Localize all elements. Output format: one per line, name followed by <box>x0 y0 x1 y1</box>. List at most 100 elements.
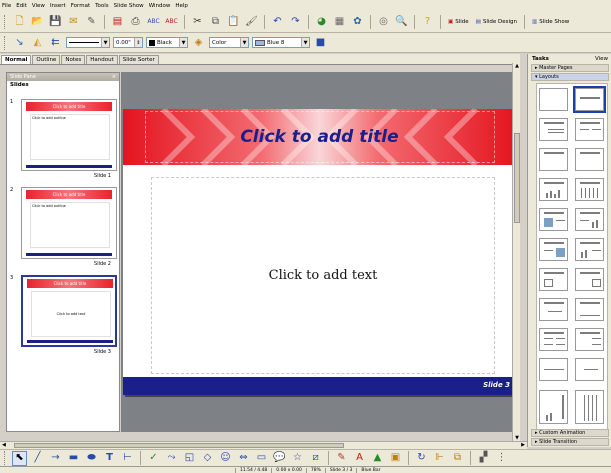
text-tool-icon[interactable]: T <box>102 451 117 466</box>
slide-button[interactable]: ▣ Slide <box>446 19 471 25</box>
undo-icon[interactable]: ↶ <box>270 14 285 29</box>
stars-icon[interactable]: ☆ <box>290 451 305 466</box>
fontwork-icon[interactable]: A <box>352 451 367 466</box>
toolbar-options-icon[interactable]: ⋮ <box>494 451 509 466</box>
export-pdf-icon[interactable]: ▤ <box>110 14 125 29</box>
tab-slide-sorter[interactable]: Slide Sorter <box>118 55 159 64</box>
chart-icon[interactable]: ◕ <box>314 14 329 29</box>
arrange-icon[interactable]: ⧉ <box>450 451 465 466</box>
table-icon[interactable]: ▦ <box>332 14 347 29</box>
master-pages-section[interactable]: ▸ Master Pages <box>531 64 609 72</box>
line-width-input[interactable]: 0.00" ⇕ <box>113 37 143 48</box>
ellipse-icon[interactable]: ⬬ <box>84 451 99 466</box>
menu-slide-show[interactable]: Slide Show <box>114 3 144 9</box>
scrollbar-thumb[interactable] <box>514 133 520 223</box>
spellcheck-icon[interactable]: ABC <box>146 14 161 29</box>
edit-file-icon[interactable]: ✎ <box>84 14 99 29</box>
toolbar-grip[interactable] <box>4 451 7 465</box>
status-zoom[interactable]: 78% <box>305 467 325 473</box>
toolbar-grip[interactable] <box>4 35 7 50</box>
layout-vertical-text[interactable] <box>575 390 604 424</box>
curve-icon[interactable]: ✓ <box>146 451 161 466</box>
callouts-icon[interactable]: 💬 <box>272 451 287 466</box>
area-fill-icon[interactable]: ◭ <box>30 35 45 50</box>
layout-title-wide[interactable] <box>539 358 568 381</box>
layouts-section[interactable]: ▾ Layouts <box>531 73 609 81</box>
help-icon[interactable]: ? <box>420 14 435 29</box>
area-style-icon[interactable]: ◈ <box>191 35 206 50</box>
slide-transition-section[interactable]: ▸ Slide Transition <box>531 438 609 446</box>
line-tool-icon[interactable]: ╱ <box>30 451 45 466</box>
layout-text-object[interactable] <box>539 268 568 291</box>
slide-thumbnail-1[interactable]: Click to add title Click to add outline <box>21 99 117 171</box>
save-icon[interactable]: 💾 <box>48 14 63 29</box>
cut-icon[interactable]: ✂ <box>190 14 205 29</box>
content-placeholder[interactable]: Click to add text <box>151 177 495 374</box>
zoom-icon[interactable]: 🔍 <box>394 14 409 29</box>
layout-title-2-text[interactable] <box>539 298 568 321</box>
email-icon[interactable]: ✉ <box>66 14 81 29</box>
menu-edit[interactable]: Edit <box>16 3 27 9</box>
points-icon[interactable]: ✎ <box>334 451 349 466</box>
menu-insert[interactable]: Insert <box>50 3 66 9</box>
layout-object-text[interactable] <box>575 268 604 291</box>
line-style-select[interactable]: ▼ <box>66 37 110 48</box>
tab-outline[interactable]: Outline <box>32 55 61 64</box>
dimension-line-icon[interactable]: ⊢ <box>120 451 135 466</box>
flowchart-icon[interactable]: ▭ <box>254 451 269 466</box>
select-arrow-icon[interactable]: ⬉ <box>12 450 27 466</box>
slide-design-button[interactable]: ▤ Slide Design <box>474 19 519 25</box>
area-style-select[interactable]: Color ▼ <box>209 37 249 48</box>
rotate-icon[interactable]: ↻ <box>414 451 429 466</box>
line-style-icon[interactable]: ↘ <box>12 35 27 50</box>
arrow-style-icon[interactable]: ⇇ <box>48 35 63 50</box>
new-document-icon[interactable]: 🗋 <box>12 14 27 29</box>
layout-title-text-below[interactable] <box>575 298 604 321</box>
menu-window[interactable]: Window <box>149 3 171 9</box>
insert-object-icon[interactable]: ✿ <box>350 14 365 29</box>
slide-thumbnail-2[interactable]: Click to add title Click to add outline <box>21 187 117 259</box>
layout-text-clipart[interactable] <box>539 238 568 261</box>
layout-2-row-content[interactable] <box>575 328 604 351</box>
layout-title-2-content[interactable] <box>575 118 604 141</box>
tab-notes[interactable]: Notes <box>61 55 86 64</box>
menu-file[interactable]: File <box>2 3 11 9</box>
rectangles-icon[interactable]: ◱ <box>182 451 197 466</box>
horizontal-scrollbar[interactable]: ◀ ▶ <box>0 441 527 449</box>
slide-show-button[interactable]: ▥ Slide Show <box>530 19 571 25</box>
scrollbar-thumb[interactable] <box>14 443 344 448</box>
title-placeholder[interactable]: Click to add title <box>123 109 516 165</box>
layout-vertical-chart[interactable] <box>539 390 568 424</box>
symbol-shapes-icon[interactable]: ☺ <box>218 451 233 466</box>
vertical-scrollbar[interactable]: ▲ ▼ <box>512 63 520 443</box>
layout-single-line[interactable] <box>575 358 604 381</box>
slide-thumbnail-3[interactable]: Click to add title Click to add text <box>21 275 117 347</box>
connector-icon[interactable]: ⤳ <box>164 451 179 466</box>
from-file-icon[interactable]: ▲ <box>370 451 385 466</box>
layout-centered-text[interactable] <box>575 148 604 171</box>
menu-view[interactable]: View <box>32 3 45 9</box>
scroll-left-icon[interactable]: ◀ <box>2 442 6 448</box>
custom-animation-section[interactable]: ▸ Custom Animation <box>531 429 609 437</box>
paste-icon[interactable]: 📋 <box>226 14 241 29</box>
slide-canvas[interactable]: Click to add title Click to add text Sli… <box>123 109 516 395</box>
layout-text-chart[interactable] <box>575 208 604 231</box>
navigator-icon[interactable]: ◎ <box>376 14 391 29</box>
autospell-icon[interactable]: ABC <box>164 14 179 29</box>
extrusion-icon[interactable]: ▞ <box>476 451 491 466</box>
rectangle-icon[interactable]: ▬ <box>66 451 81 466</box>
menu-format[interactable]: Format <box>71 3 90 9</box>
layout-title-only-2[interactable] <box>539 148 568 171</box>
arrow-line-icon[interactable]: → <box>48 451 63 466</box>
menu-tools[interactable]: Tools <box>95 3 109 9</box>
toolbar-grip[interactable] <box>4 14 7 29</box>
close-icon[interactable]: × <box>112 74 116 80</box>
redo-icon[interactable]: ↷ <box>288 14 303 29</box>
align-icon[interactable]: ⊩ <box>432 451 447 466</box>
menu-help[interactable]: Help <box>175 3 188 9</box>
shadow-icon[interactable]: ■ <box>313 35 328 50</box>
line-color-select[interactable]: Black ▼ <box>146 37 188 48</box>
scroll-up-icon[interactable]: ▲ <box>513 63 521 71</box>
tasks-view-menu[interactable]: View <box>595 56 608 62</box>
layout-clipart-text[interactable] <box>539 208 568 231</box>
